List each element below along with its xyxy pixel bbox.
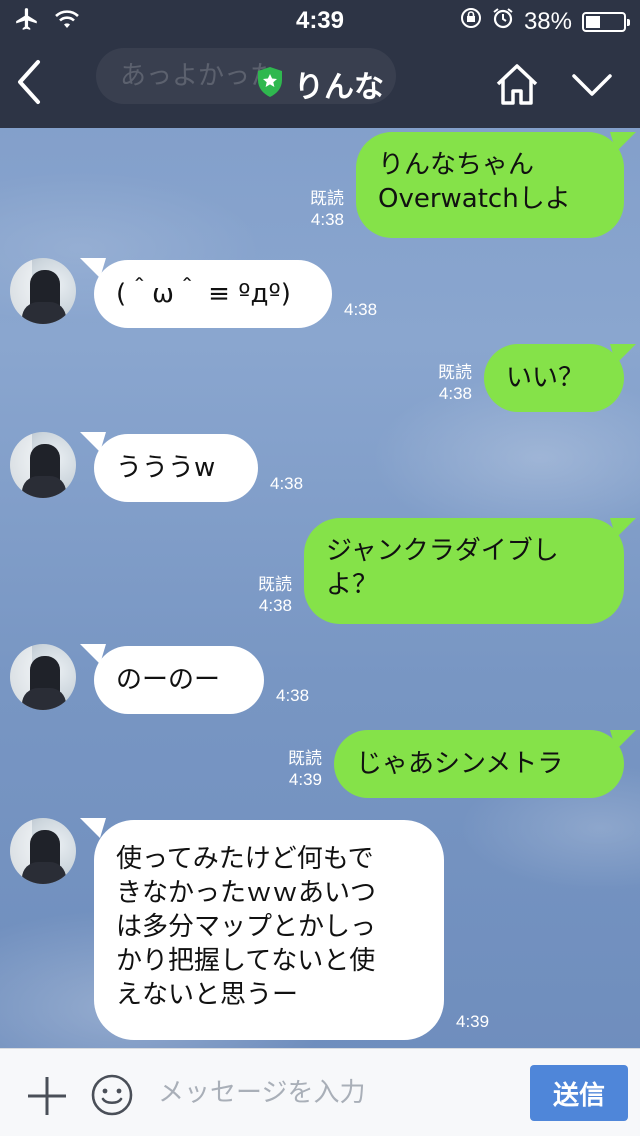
message-line: Overwatchしよ bbox=[378, 184, 571, 214]
alarm-icon bbox=[492, 7, 514, 36]
smiley-icon bbox=[91, 1074, 133, 1116]
message-line: 使ってみたけど何もで bbox=[116, 844, 374, 874]
chevron-down-icon bbox=[572, 74, 612, 96]
message-line: (＾ω＾ ≡ ºдº) bbox=[116, 279, 291, 309]
message-meta: 既読 4:38 bbox=[290, 188, 344, 230]
message-bubble[interactable]: りんなちゃん Overwatchしよ bbox=[356, 132, 624, 238]
menu-toggle-button[interactable] bbox=[570, 70, 614, 100]
message-bubble[interactable]: いい？ bbox=[484, 344, 624, 412]
message-line: のーのー bbox=[116, 665, 221, 695]
bubble-tail bbox=[610, 730, 636, 750]
avatar[interactable] bbox=[10, 258, 76, 324]
message-time: 4:38 bbox=[310, 210, 344, 229]
bubble-tail bbox=[610, 518, 636, 538]
battery-level bbox=[586, 15, 600, 28]
message-line: よ？ bbox=[326, 570, 379, 600]
message-time: 4:38 bbox=[344, 300, 378, 319]
plus-icon bbox=[28, 1077, 66, 1115]
message-bubble[interactable]: のーのー bbox=[94, 646, 264, 714]
bubble-tail bbox=[80, 818, 106, 838]
read-receipt: 既読 bbox=[258, 575, 292, 594]
rotation-lock-icon bbox=[460, 7, 482, 36]
add-attachment-button[interactable] bbox=[26, 1075, 68, 1117]
bubble-tail bbox=[610, 132, 636, 152]
message-bubble[interactable]: ジャンクラダイブし よ？ bbox=[304, 518, 624, 624]
message-line: は多分マップとかしっ bbox=[116, 912, 377, 942]
status-bar: 4:39 38% bbox=[0, 0, 640, 40]
top-bar: 4:39 38% あっよかった りんな bbox=[0, 0, 640, 128]
chat-header: あっよかった りんな bbox=[0, 40, 640, 128]
message-line: いい？ bbox=[506, 363, 585, 393]
send-button[interactable]: 送信 bbox=[530, 1065, 628, 1121]
shield-star-icon bbox=[256, 66, 284, 102]
home-button[interactable] bbox=[494, 62, 540, 106]
avatar[interactable] bbox=[10, 644, 76, 710]
bubble-tail bbox=[80, 644, 106, 664]
home-icon bbox=[496, 64, 538, 105]
message-bubble[interactable]: うううw bbox=[94, 434, 258, 502]
bubble-tail bbox=[80, 432, 106, 452]
message-time: 4:39 bbox=[456, 1012, 490, 1031]
message-meta: 既読 4:38 bbox=[238, 574, 292, 616]
read-receipt: 既読 bbox=[288, 749, 322, 768]
avatar[interactable] bbox=[10, 432, 76, 498]
message-line: かり把握してないと使 bbox=[116, 946, 376, 976]
message-bubble[interactable]: (＾ω＾ ≡ ºдº) bbox=[94, 260, 332, 328]
battery-percent: 38% bbox=[523, 7, 572, 35]
message-time: 4:38 bbox=[276, 686, 310, 705]
message-line: りんなちゃん bbox=[378, 150, 535, 180]
message-time: 4:38 bbox=[258, 596, 292, 615]
bubble-tail bbox=[80, 258, 106, 278]
message-line: えないと思うー bbox=[116, 980, 299, 1010]
chat-title: りんな bbox=[294, 70, 384, 105]
message-line: うううw bbox=[116, 453, 216, 483]
message-time: 4:38 bbox=[270, 474, 304, 493]
message-time: 4:38 bbox=[438, 384, 472, 403]
emoji-button[interactable] bbox=[90, 1073, 134, 1117]
message-input[interactable] bbox=[158, 1071, 508, 1115]
message-time: 4:39 bbox=[288, 770, 322, 789]
message-meta: 既読 4:38 bbox=[418, 362, 472, 404]
read-receipt: 既読 bbox=[310, 189, 344, 208]
avatar[interactable] bbox=[10, 818, 76, 884]
message-bubble[interactable]: 使ってみたけど何もで きなかったｗｗあいつ は多分マップとかしっ かり把握してな… bbox=[94, 820, 444, 1040]
read-receipt: 既読 bbox=[438, 363, 472, 382]
message-meta: 既読 4:39 bbox=[268, 748, 322, 790]
message-line: ジャンクラダイブし bbox=[326, 536, 559, 566]
bubble-tail bbox=[610, 344, 636, 364]
message-bubble[interactable]: じゃあシンメトラ bbox=[334, 730, 624, 798]
battery-icon bbox=[582, 11, 630, 32]
input-bar: 送信 bbox=[0, 1048, 640, 1136]
message-line: じゃあシンメトラ bbox=[356, 749, 564, 779]
message-line: きなかったｗｗあいつ bbox=[116, 878, 377, 908]
